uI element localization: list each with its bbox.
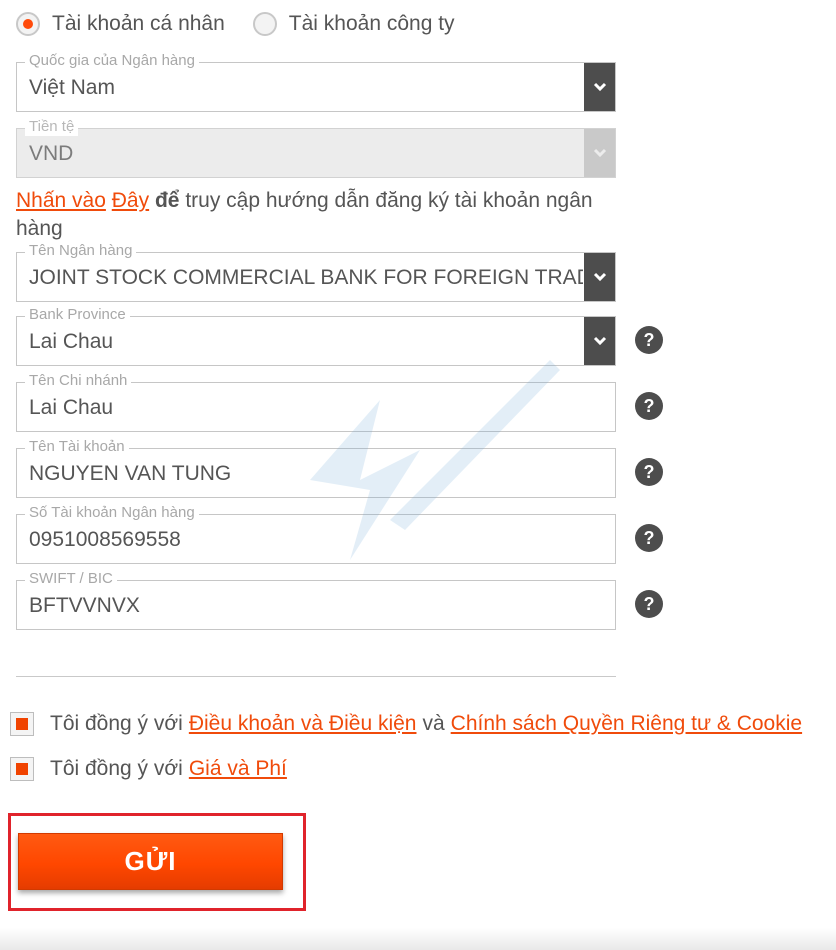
chevron-down-icon[interactable]	[584, 253, 615, 301]
radio-company-account[interactable]: Tài khoản công ty	[252, 12, 455, 36]
swift-bic-value: BFTVVNVX	[29, 594, 140, 617]
branch-name-label: Tên Chi nhánh	[25, 372, 132, 390]
bank-name-value: JOINT STOCK COMMERCIAL BANK FOR FOREIGN …	[29, 266, 583, 289]
chevron-down-icon[interactable]	[584, 63, 615, 111]
chevron-down-icon[interactable]	[584, 317, 615, 365]
branch-name-input[interactable]: Tên Chi nhánh Lai Chau	[16, 372, 616, 432]
question-circle-icon[interactable]: ?	[635, 326, 663, 354]
bank-province-select[interactable]: Bank Province Lai Chau	[16, 306, 616, 366]
account-type-group: Tài khoản cá nhân Tài khoản công ty	[16, 8, 455, 40]
swift-bic-label: SWIFT / BIC	[25, 570, 117, 588]
currency-select: Tiền tệ VND	[16, 118, 616, 178]
guide-link-here[interactable]: Đây	[112, 189, 149, 212]
account-number-value: 0951008569558	[29, 528, 181, 551]
fees-link[interactable]: Giá và Phí	[189, 757, 287, 781]
question-circle-icon[interactable]: ?	[635, 392, 663, 420]
form-divider	[16, 676, 616, 677]
bank-name-select[interactable]: Tên Ngân hàng JOINT STOCK COMMERCIAL BAN…	[16, 242, 616, 302]
bank-country-value: Việt Nam	[29, 76, 115, 99]
guide-link-click[interactable]: Nhấn vào	[16, 189, 106, 212]
bank-name-label: Tên Ngân hàng	[25, 242, 137, 260]
bank-province-label: Bank Province	[25, 306, 130, 324]
radio-company-indicator[interactable]	[252, 12, 277, 36]
bank-country-select[interactable]: Quốc gia của Ngân hàng Việt Nam	[16, 52, 616, 112]
terms-checkbox[interactable]	[10, 712, 34, 736]
terms-conjunction-text: và	[422, 712, 445, 735]
question-circle-icon[interactable]: ?	[635, 590, 663, 618]
account-number-input[interactable]: Số Tài khoản Ngân hàng 0951008569558	[16, 504, 616, 564]
account-name-input[interactable]: Tên Tài khoản NGUYEN VAN TUNG	[16, 438, 616, 498]
terms-agreement-row: Tôi đồng ý với Điều khoản và Điều kiện v…	[10, 712, 808, 736]
account-number-label: Số Tài khoản Ngân hàng	[25, 504, 199, 522]
bottom-shadow-bar	[0, 928, 836, 950]
guide-bold-word: để	[154, 189, 180, 212]
currency-value: VND	[29, 142, 74, 165]
bank-country-label: Quốc gia của Ngân hàng	[25, 52, 199, 70]
branch-name-value: Lai Chau	[29, 396, 114, 419]
question-circle-icon[interactable]: ?	[635, 458, 663, 486]
submit-button[interactable]: GỬI	[18, 833, 283, 890]
currency-label: Tiền tệ	[25, 118, 79, 136]
privacy-cookie-link[interactable]: Chính sách Quyền Riêng tư & Cookie	[451, 712, 802, 736]
question-circle-icon[interactable]: ?	[635, 524, 663, 552]
swift-bic-input[interactable]: SWIFT / BIC BFTVVNVX	[16, 570, 616, 630]
bank-province-value: Lai Chau	[29, 330, 114, 353]
terms-conditions-link[interactable]: Điều khoản và Điều kiện	[189, 712, 417, 736]
fees-agreement-row: Tôi đồng ý với Giá và Phí	[10, 757, 293, 781]
account-name-value: NGUYEN VAN TUNG	[29, 462, 232, 485]
fees-checkbox[interactable]	[10, 757, 34, 781]
registration-guide-text: Nhấn vào Đây để truy cập hướng dẫn đăng …	[16, 187, 626, 243]
radio-personal-account[interactable]: Tài khoản cá nhân	[16, 12, 225, 36]
radio-personal-indicator[interactable]	[16, 12, 40, 36]
fees-prefix-text: Tôi đồng ý với	[50, 757, 183, 780]
terms-prefix-text: Tôi đồng ý với	[50, 712, 183, 735]
account-name-label: Tên Tài khoản	[25, 438, 129, 456]
chevron-down-icon	[584, 129, 615, 177]
radio-personal-label: Tài khoản cá nhân	[52, 12, 225, 35]
radio-company-label: Tài khoản công ty	[288, 12, 455, 35]
